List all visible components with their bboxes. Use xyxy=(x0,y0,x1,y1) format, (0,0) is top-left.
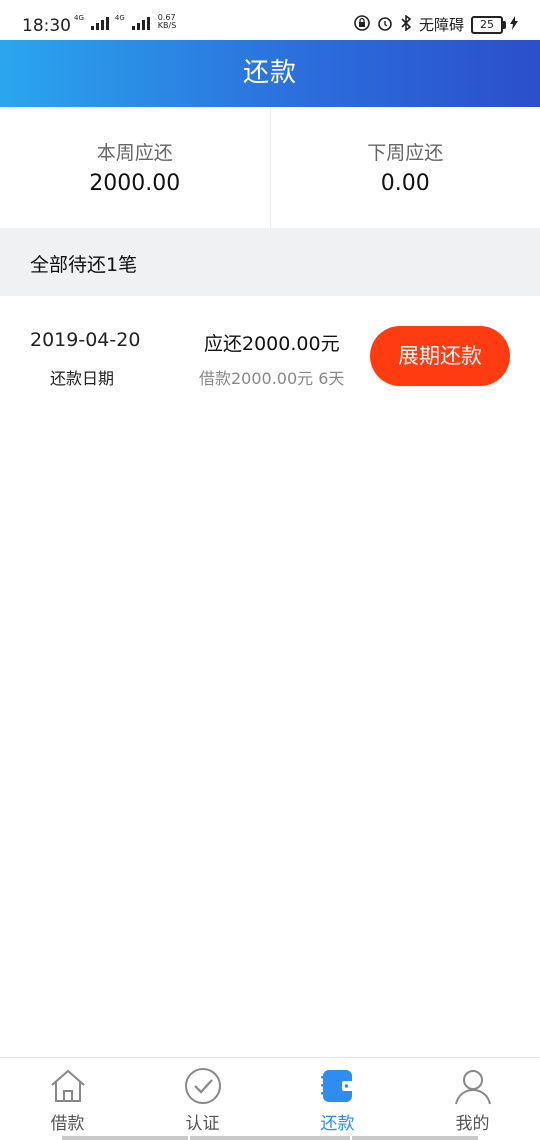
extend-repayment-button[interactable]: 展期还款 xyxy=(370,326,510,386)
bill-row: 2019-04-20 还款日期 应还2000.00元 借款2000.00元 6天… xyxy=(0,296,540,396)
network-type-2: 4G xyxy=(114,14,125,22)
due-date: 2019-04-20 xyxy=(30,329,141,351)
pending-count: 全部待还1笔 xyxy=(30,254,138,276)
network-type-1: 4G xyxy=(74,14,84,22)
this-week-value: 2000.00 xyxy=(89,171,181,196)
tab-borrow[interactable]: 借款 xyxy=(0,1058,135,1140)
tab-label: 借款 xyxy=(50,1114,85,1134)
system-nav-bar xyxy=(62,1136,188,1140)
due-date-label: 还款日期 xyxy=(50,369,115,388)
check-circle-icon xyxy=(183,1066,223,1106)
this-week-summary: 本周应还 2000.00 xyxy=(0,107,270,228)
system-nav-bar xyxy=(190,1136,350,1140)
next-week-label: 下周应还 xyxy=(367,142,444,164)
amount-due: 应还2000.00元 xyxy=(204,333,340,355)
alarm-icon xyxy=(377,15,393,35)
bottom-tab-bar: 借款 认证 还款 我的 xyxy=(0,1057,540,1140)
this-week-label: 本周应还 xyxy=(96,142,173,164)
lock-icon xyxy=(354,14,370,35)
status-time: 18:30 xyxy=(22,16,71,36)
next-week-summary: 下周应还 0.00 xyxy=(269,107,540,228)
network-indicators: 4G 4G 0.67 KB/S xyxy=(74,14,176,30)
app-header: 还款 xyxy=(0,40,540,107)
tab-repay[interactable]: 还款 xyxy=(270,1058,405,1140)
status-bar: 18:30 4G 4G 0.67 KB/S 无障碍 25 xyxy=(0,0,540,40)
charging-icon xyxy=(510,15,518,34)
loan-detail: 借款2000.00元 6天 xyxy=(199,369,345,388)
repayment-summary: 本周应还 2000.00 下周应还 0.00 xyxy=(0,107,540,228)
bluetooth-icon xyxy=(400,13,412,35)
network-speed-unit: KB/S xyxy=(157,21,177,30)
wallet-icon xyxy=(318,1066,358,1106)
battery-icon: 25 xyxy=(471,15,506,34)
accessibility-label: 无障碍 xyxy=(418,16,464,34)
tab-label: 还款 xyxy=(320,1114,355,1134)
signal-icon xyxy=(90,16,109,30)
pending-section-header: 全部待还1笔 xyxy=(0,228,540,296)
tab-label: 我的 xyxy=(455,1114,490,1134)
signal-icon xyxy=(131,16,150,30)
tab-label: 认证 xyxy=(185,1114,220,1134)
status-right: 无障碍 25 xyxy=(354,13,518,35)
system-nav-bar xyxy=(352,1136,478,1140)
tab-verify[interactable]: 认证 xyxy=(135,1058,270,1140)
user-icon xyxy=(453,1066,493,1106)
next-week-value: 0.00 xyxy=(380,171,430,196)
tab-mine[interactable]: 我的 xyxy=(405,1058,540,1140)
home-icon xyxy=(48,1066,88,1106)
page-title: 还款 xyxy=(242,58,297,88)
